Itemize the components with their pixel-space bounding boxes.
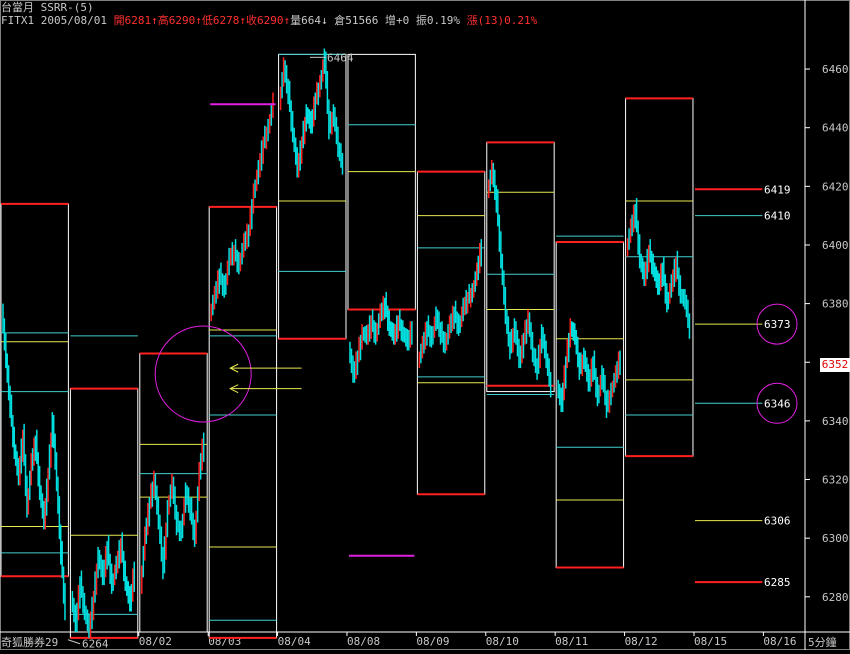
day-box [347, 53, 416, 310]
level-value-label: 6373 [764, 318, 791, 331]
y-tick-label: 6280 [822, 591, 849, 604]
y-tick-label: 6380 [822, 298, 849, 311]
quote-date: 2005/08/01 [40, 14, 107, 27]
x-tick-label: 08/10 [486, 635, 519, 648]
change-label: 漲(13)0.21% [466, 14, 538, 27]
quote-header: FITX1 2005/08/01 開6281↑高6290↑低6278↑收6290… [1, 14, 537, 27]
annotation-circle [154, 325, 252, 423]
current-price-flag: 6352 [820, 358, 850, 372]
open-interest-label: 倉51566 [334, 14, 379, 27]
y-tick-label: 6420 [822, 180, 849, 193]
oi-change-label: 增+0 [384, 14, 410, 27]
x-tick-label: 08/11 [555, 635, 588, 648]
y-tick-label: 6320 [822, 474, 849, 487]
high-label: 高6290↑ [157, 14, 202, 27]
chart-title: 台當月 SSRR-(5) [1, 1, 94, 14]
day-box [555, 241, 625, 568]
low-value-label: 6264 [82, 638, 109, 650]
amplitude-label: 振0.19% [415, 14, 460, 27]
x-tick-label: 08/02 [139, 635, 172, 648]
level-value-label: 6306 [764, 515, 791, 528]
day-box [0, 203, 69, 577]
label-leader [67, 639, 81, 645]
symbol: FITX1 [1, 14, 35, 27]
level-value-label: 6419 [764, 183, 791, 196]
chart-stage: 6280630063206340636063806400642064406460… [0, 0, 850, 651]
chart-title-text: 台當月 SSRR-(5) [1, 1, 94, 14]
x-tick-label: 08/08 [347, 635, 380, 648]
low-label: 低6278↑ [201, 14, 246, 27]
high-value-label: 6464 [327, 51, 354, 64]
x-tick-label: 08/15 [694, 635, 727, 648]
x-tick-label: 08/09 [416, 635, 449, 648]
x-tick-label: 08/04 [278, 635, 311, 648]
volume-label: 量664↓ [290, 14, 328, 27]
price-chart: 6280630063206340636063806400642064406460… [0, 0, 850, 651]
y-tick-label: 6300 [822, 532, 849, 545]
y-tick-label: 6440 [822, 122, 849, 135]
level-value-label: 6285 [764, 576, 791, 589]
x-tick-label: 08/16 [763, 635, 796, 648]
close-label: 收6290↑ [245, 14, 291, 27]
x-tick-label: 08/12 [625, 635, 658, 648]
level-value-label: 6346 [764, 397, 791, 410]
y-tick-label: 6340 [822, 415, 849, 428]
y-tick-label: 6400 [822, 239, 849, 252]
interval-selector[interactable]: 5分鐘 [808, 634, 837, 650]
open-label: 開6281↑ [113, 14, 158, 27]
footer-left-label: 奇狐勝券29 [1, 636, 59, 649]
level-value-label: 6410 [764, 210, 791, 223]
y-tick-label: 6460 [822, 63, 849, 76]
